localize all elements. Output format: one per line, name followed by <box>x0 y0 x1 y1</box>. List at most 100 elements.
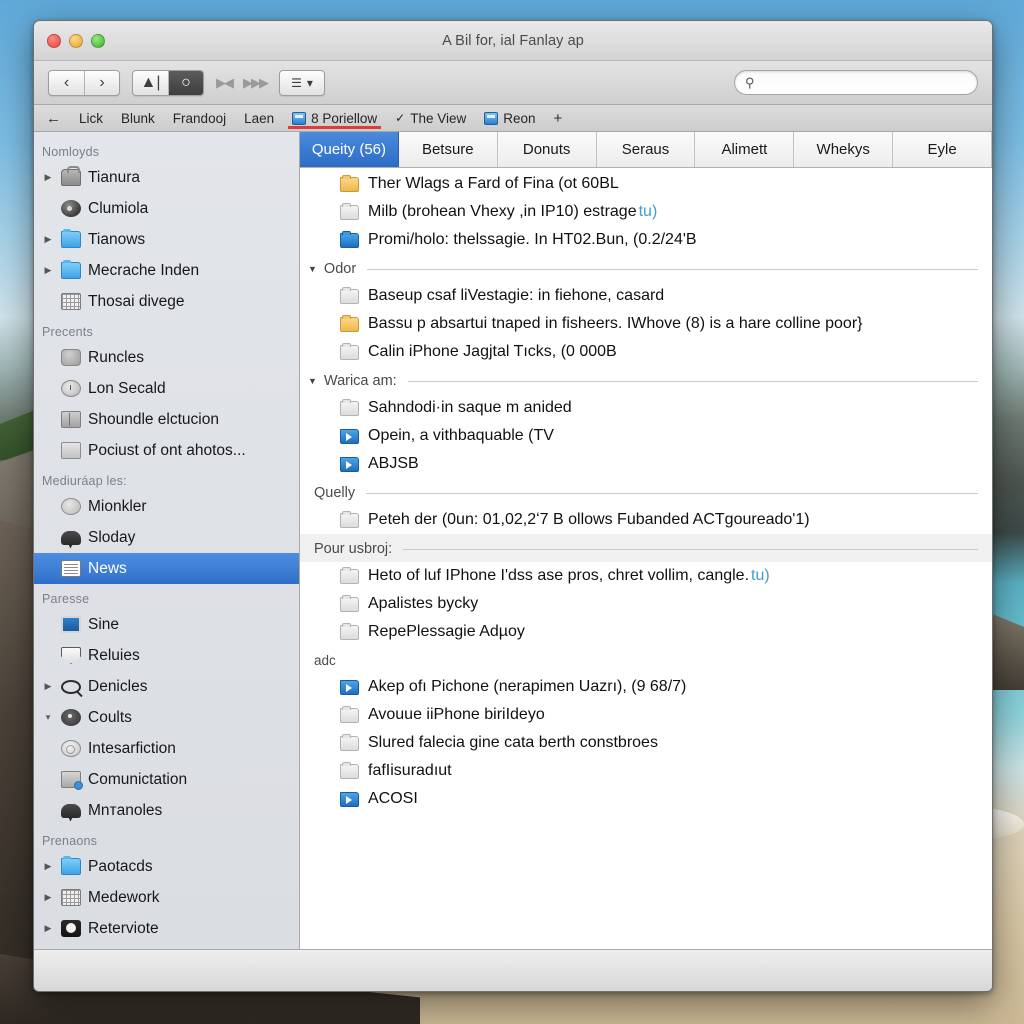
sidebar-item-comunictation[interactable]: ▶ Comunictation <box>34 764 299 795</box>
list-item-link[interactable]: tu) <box>751 567 770 585</box>
sidebar-item-pociust-of-ont-ahotos[interactable]: ▶ Pociust of ont ahotos... <box>34 435 299 466</box>
search-input[interactable] <box>760 75 967 90</box>
list-item[interactable]: Baseup csaf liVestagie: in fiehone, casa… <box>300 282 992 310</box>
sidebar-item-sine[interactable]: ▶ Sine <box>34 609 299 640</box>
sidebar-item-reluies[interactable]: ▶ Reluies <box>34 640 299 671</box>
list-item[interactable]: Opein, a vithbaquable (TV <box>300 422 992 450</box>
sidebar-item-mntanoles[interactable]: ▶ Mnᴛanoles <box>34 795 299 826</box>
reader-reload-segmented-control[interactable]: ▲| ○ <box>132 69 204 96</box>
cloud-icon <box>61 803 81 818</box>
list-item[interactable]: ABJSB <box>300 450 992 478</box>
chevron-down-icon: ▾ <box>306 75 313 90</box>
list-item[interactable]: Milb (brohean Vhexy ,in IP10) estrage tu… <box>300 198 992 226</box>
disclosure-triangle-icon[interactable]: ▶ <box>42 265 54 276</box>
folder-grey-icon <box>340 286 359 304</box>
sidebar-item-runcles[interactable]: ▶ Runcles <box>34 342 299 373</box>
list-item[interactable]: Slured falecia gine cata berth constbroe… <box>300 729 992 757</box>
list-item-label: Milb (brohean Vhexy ,in IP10) estrage <box>368 203 637 220</box>
list-item[interactable]: Sahndodi·in saque m anided <box>300 394 992 422</box>
list-view-icon[interactable]: ☰ ▾ <box>279 69 325 96</box>
sidebar-item-lon-secald[interactable]: ▶ Lon Secald <box>34 373 299 404</box>
list-item[interactable]: Avouue iiPhone biriIdeyo <box>300 701 992 729</box>
back-button[interactable]: ‹ <box>49 71 84 95</box>
device-icon <box>61 771 83 790</box>
list-item[interactable]: Apalistes bycky <box>300 590 992 618</box>
sidebar-item-mecrache-inden[interactable]: ▶ Mecrache Inden <box>34 255 299 286</box>
section-header-warica[interactable]: ▼ Warica am: <box>300 366 992 394</box>
section-header-adc[interactable]: adc <box>300 646 992 673</box>
tab-whekys[interactable]: Whekys <box>794 132 894 167</box>
list-item[interactable]: RepePlessagie Adµoy <box>300 618 992 646</box>
list-item[interactable]: Heto of luf IPhone I'dss ase pros, chret… <box>300 562 992 590</box>
tab-eyle[interactable]: Eyle <box>893 132 992 167</box>
section-header-odor[interactable]: ▼ Odor <box>300 254 992 282</box>
tab-seraus[interactable]: Seraus <box>596 132 696 167</box>
disclosure-triangle-icon[interactable]: ▾ <box>42 712 54 723</box>
disclosure-triangle-icon[interactable]: ▶ <box>42 861 54 872</box>
sidebar-item-thosai-divege[interactable]: ▶ Thosai divege <box>34 286 299 317</box>
sidebar-item-intesarfiction[interactable]: ▶ Intesarfiction <box>34 733 299 764</box>
folder-grey-icon <box>340 342 359 360</box>
sidebar-item-medework[interactable]: ▶ Medework <box>34 882 299 913</box>
list-item[interactable]: ACOSI <box>300 785 992 813</box>
sidebar-item-paotacds[interactable]: ▶ Paotacds <box>34 851 299 882</box>
list-item-link[interactable]: tu) <box>639 203 658 221</box>
bookmark-item-laen[interactable]: Laen <box>244 111 274 126</box>
window-controls[interactable] <box>34 33 105 48</box>
disclosure-triangle-icon[interactable]: ▶ <box>42 681 54 692</box>
disclosure-triangle-icon[interactable]: ▶ <box>42 234 54 245</box>
sidebar-item-mionkler[interactable]: ▶ Mionkler <box>34 491 299 522</box>
disclosure-triangle-icon[interactable]: ▶ <box>42 923 54 934</box>
sidebar-item-clumiola[interactable]: ▶ Clumiola <box>34 193 299 224</box>
sidebar-item-denicles[interactable]: ▶ Denicles <box>34 671 299 702</box>
list-item[interactable]: Ther Wlags a Fard of Fina (ot 60BL <box>300 170 992 198</box>
navigation-segmented-control[interactable]: ‹ › <box>48 69 120 96</box>
list-item[interactable]: Calin iPhone Jagjtal Tıcks, (0 000B <box>300 338 992 366</box>
folder-blue-arrow-icon <box>340 679 359 695</box>
sidebar-item-news[interactable]: ▶ News <box>34 553 299 584</box>
disclosure-triangle-icon[interactable]: ▼ <box>308 264 317 274</box>
folder-blue-icon <box>340 230 359 248</box>
disclosure-triangle-icon[interactable]: ▶ <box>42 172 54 183</box>
minimize-button[interactable] <box>69 33 83 48</box>
list-item[interactable]: Akep ofı Pichone (nerapimen Uazrı), (9 6… <box>300 673 992 701</box>
play-next-icon[interactable]: ▶▶▶ <box>243 75 269 91</box>
maximize-button[interactable] <box>91 33 105 48</box>
tab-queity[interactable]: Queity (56) <box>300 132 399 167</box>
reader-icon[interactable]: ▲| <box>133 71 168 95</box>
list-item[interactable]: Peteh der (0un: 01,02,2ʻ7 B ollows Fuban… <box>300 506 992 534</box>
sidebar-item-reterviote[interactable]: ▶ Reterviote <box>34 913 299 944</box>
sidebar-item-shoundle-elctucion[interactable]: ▶ Shoundle elctucion <box>34 404 299 435</box>
list-item[interactable]: fafIisuradıut <box>300 757 992 785</box>
reload-icon[interactable]: ○ <box>168 70 203 95</box>
bookmark-item-frandooj[interactable]: Frandooj <box>173 111 226 126</box>
bookmark-item-reon[interactable]: Reon <box>484 111 536 126</box>
list-item[interactable]: Bassu p absartui tnaped in fisheers. IWh… <box>300 310 992 338</box>
tab-alimett[interactable]: Alimett <box>695 132 795 167</box>
sidebar-item-coults[interactable]: ▾ Coults <box>34 702 299 733</box>
sidebar-item-tianura[interactable]: ▶ Tianura <box>34 162 299 193</box>
sidebar-item-tianows[interactable]: ▶ Tianows <box>34 224 299 255</box>
results-list: Ther Wlags a Fard of Fina (ot 60BL Milb … <box>300 168 992 949</box>
playback-controls[interactable]: ▶◀ ▶▶▶ <box>216 75 269 91</box>
section-header-pour-usbroj[interactable]: Pour usbroj: <box>300 534 992 562</box>
section-divider <box>407 380 978 382</box>
bookmark-item-blunk[interactable]: Blunk <box>121 111 155 126</box>
add-bookmark-button[interactable]: + <box>554 110 563 127</box>
tab-donuts[interactable]: Donuts <box>497 132 597 167</box>
play-prev-icon[interactable]: ▶◀ <box>216 75 234 91</box>
section-header-quelly[interactable]: Quelly <box>300 478 992 506</box>
bookmark-item-lick[interactable]: Lick <box>79 111 103 126</box>
bookmarks-back-icon[interactable]: ← <box>46 110 61 127</box>
list-item[interactable]: Promi/holo: thelssagie. In HT02.Bun, (0.… <box>300 226 992 254</box>
window-body: Nomloyds ▶ Tianura ▶ Clumiola ▶ Tianows <box>34 132 992 949</box>
disclosure-triangle-icon[interactable]: ▶ <box>42 892 54 903</box>
close-button[interactable] <box>47 33 61 48</box>
forward-button[interactable]: › <box>84 70 119 95</box>
bookmark-item-poriellow[interactable]: 8 Poriellow <box>288 111 382 129</box>
search-field[interactable]: ⚲ <box>734 70 978 95</box>
bookmark-item-the-view[interactable]: ✓ The View <box>395 111 466 126</box>
tab-betsure[interactable]: Betsure <box>398 132 498 167</box>
disclosure-triangle-icon[interactable]: ▼ <box>308 376 317 386</box>
sidebar-item-sloday[interactable]: ▶ Sloday <box>34 522 299 553</box>
